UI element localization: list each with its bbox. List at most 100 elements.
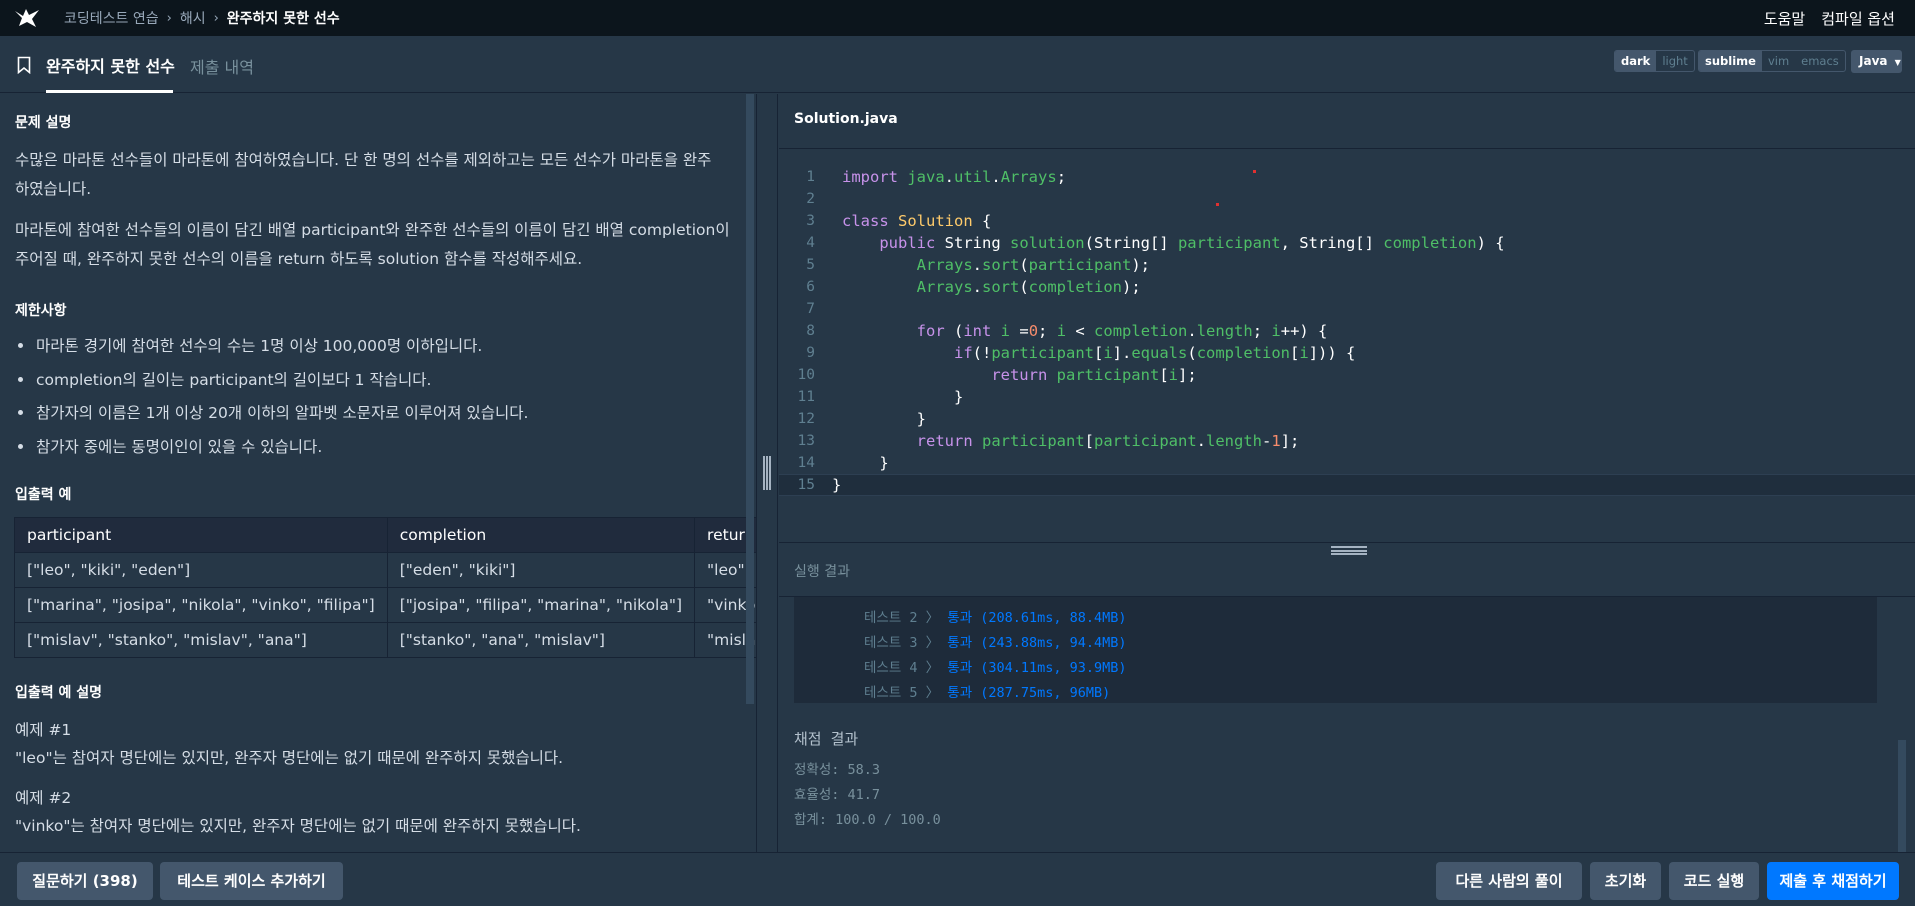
chevron-right-icon: ›: [213, 10, 219, 26]
code-line: 14 }: [797, 454, 889, 472]
tab-active-indicator: [46, 90, 173, 93]
description-p2-line1: 마라톤에 참여한 선수들의 이름이 담긴 배열 participant와 완주한…: [15, 221, 730, 239]
constraint-item: completion의 길이는 participant의 길이보다 1 작습니다…: [17, 368, 431, 390]
test-result-row: 테스트 2 〉 통과 (208.61ms, 88.4MB): [864, 610, 1127, 626]
theme-toggle: dark light: [1614, 50, 1695, 72]
drag-handle-icon[interactable]: [763, 456, 771, 490]
breadcrumb-item-hash[interactable]: 해시: [180, 8, 206, 28]
table-cell: ["josipa", "filipa", "marina", "nikola"]: [386, 587, 696, 623]
keymap-emacs-option[interactable]: emacs: [1795, 51, 1845, 71]
tab-submissions[interactable]: 제출 내역: [190, 54, 254, 78]
output-title: 실행 결과: [794, 564, 850, 580]
code-line: 8 for (int i =0; i < completion.length; …: [806, 322, 1328, 340]
code-line: 1 import java.util.Arrays;: [806, 168, 1067, 186]
test-result-row: 테스트 5 〉 통과 (287.75ms, 96MB): [864, 685, 1111, 701]
constraint-item: 참가자의 이름은 1개 이상 20개 이하의 알파벳 소문자로 이루어져 있습니…: [17, 401, 528, 423]
theme-light-option[interactable]: light: [1656, 51, 1694, 71]
code-line: 11 }: [797, 388, 964, 406]
code-editor[interactable]: 1 import java.util.Arrays; 2 3 class Solut…: [779, 150, 1915, 542]
code-line: 2: [806, 191, 815, 207]
test-output-console: 테스트 2 〉 통과 (208.61ms, 88.4MB) 테스트 3 〉 통과…: [794, 597, 1877, 703]
cursor-marker: [1216, 203, 1219, 206]
drag-handle-icon[interactable]: [1331, 546, 1367, 555]
test-result: 통과 (243.88ms, 94.4MB): [947, 635, 1127, 651]
table-row: ["marina", "josipa", "nikola", "vinko", …: [14, 587, 756, 623]
submit-button[interactable]: 제출 후 채점하기: [1767, 862, 1899, 900]
constraint-item: 참가자 중에는 동명이인이 있을 수 있습니다.: [17, 435, 322, 457]
panel-resizer[interactable]: [756, 94, 778, 852]
example2-text: "vinko"는 참여자 명단에는 있지만, 완주자 명단에는 없기 때문에 완…: [15, 817, 581, 835]
filename: Solution.java: [794, 111, 898, 127]
description-p2-line2: 주어질 때, 완주하지 못한 선수의 이름을 return 하도록 soluti…: [15, 250, 583, 268]
breadcrumb-item-current: 완주하지 못한 선수: [226, 11, 340, 27]
code-line: 10 return participant[i];: [797, 366, 1197, 384]
bookmark-icon[interactable]: [17, 56, 31, 74]
cursor-marker: [1253, 170, 1256, 173]
test-result: 통과 (208.61ms, 88.4MB): [947, 610, 1127, 626]
grade-total: 합계: 100.0 / 100.0: [794, 812, 941, 828]
reset-button[interactable]: 초기화: [1590, 862, 1661, 900]
keymap-sublime-option[interactable]: sublime: [1699, 51, 1762, 71]
table-cell: ["marina", "josipa", "nikola", "vinko", …: [14, 587, 388, 623]
problem-scrollbar[interactable]: [746, 94, 754, 704]
example1-title: 예제 #1: [15, 721, 72, 739]
output-header: 실행 결과: [779, 542, 1915, 597]
test-name: 테스트 4: [864, 660, 918, 676]
constraint-item: 마라톤 경기에 참여한 선수의 수는 1명 이상 100,000명 이하입니다.: [17, 334, 482, 356]
column-header: completion: [386, 517, 696, 553]
table-cell: ["mislav", "stanko", "mislav", "ana"]: [14, 622, 388, 658]
run-code-button[interactable]: 코드 실행: [1669, 862, 1759, 900]
code-line: 13 return participant[participant.length…: [797, 432, 1300, 450]
top-nav: 코딩테스트 연습 › 해시 › 완주하지 못한 선수 도움말 컴파일 옵션: [0, 0, 1915, 36]
constraints-heading: 제한사항: [15, 303, 67, 319]
add-testcase-button[interactable]: 테스트 케이스 추가하기: [160, 862, 343, 900]
io-example-heading: 입출력 예: [15, 487, 72, 503]
test-result: 통과 (287.75ms, 96MB): [947, 685, 1111, 701]
column-header: participant: [14, 517, 388, 553]
table-row: ["mislav", "stanko", "mislav", "ana"] ["…: [14, 622, 756, 658]
table-cell: ["stanko", "ana", "mislav"]: [386, 622, 696, 658]
chevron-right-icon: ›: [166, 10, 172, 26]
io-description-heading: 입출력 예 설명: [15, 685, 103, 701]
breadcrumb-item-practice[interactable]: 코딩테스트 연습: [64, 8, 159, 28]
others-solutions-button[interactable]: 다른 사람의 풀이: [1436, 862, 1582, 900]
keymap-toggle: sublime vim emacs: [1698, 50, 1846, 72]
test-name: 테스트 5: [864, 685, 918, 701]
tab-bar: 완주하지 못한 선수 제출 내역 dark light sublime vim …: [0, 36, 1915, 93]
test-result-row: 테스트 3 〉 통과 (243.88ms, 94.4MB): [864, 635, 1127, 651]
code-line: 12 }: [797, 410, 926, 428]
theme-dark-option[interactable]: dark: [1615, 51, 1657, 71]
example1-text: "leo"는 참여자 명단에는 있지만, 완주자 명단에는 없기 때문에 완주하…: [15, 749, 564, 767]
ask-question-button[interactable]: 질문하기 (398): [17, 862, 153, 900]
code-line: 7: [806, 301, 815, 317]
table-cell: ["eden", "kiki"]: [386, 552, 696, 588]
language-select-value: Java: [1859, 54, 1888, 68]
table-cell: ["leo", "kiki", "eden"]: [14, 552, 388, 588]
description-p1-line2: 하였습니다.: [15, 180, 92, 198]
code-line: 6 Arrays.sort(completion);: [806, 278, 1141, 296]
caret-down-icon: ▼: [1894, 58, 1901, 67]
grade-efficiency: 효율성: 41.7: [794, 787, 881, 803]
code-line: 3 class Solution {: [806, 212, 992, 230]
breadcrumb: 코딩테스트 연습 › 해시 › 완주하지 못한 선수: [64, 8, 340, 28]
output-scrollbar[interactable]: [1898, 740, 1906, 852]
code-line: 9 if(!participant[i].equals(completion[i…: [806, 344, 1356, 362]
problem-panel: 문제 설명 수많은 마라톤 선수들이 마라톤에 참여하였습니다. 단 한 명의 …: [0, 94, 756, 852]
io-example-table: participant completion return ["leo", "k…: [14, 517, 756, 658]
help-link[interactable]: 도움말: [1764, 8, 1805, 29]
test-name: 테스트 2: [864, 610, 918, 626]
tab-problem[interactable]: 완주하지 못한 선수: [46, 53, 175, 77]
table-header-row: participant completion return: [14, 517, 756, 553]
editor-header: Solution.java: [779, 94, 1915, 149]
language-select[interactable]: Java ▼: [1851, 50, 1902, 73]
grade-title: 채점 결과: [794, 730, 859, 748]
footer-bar: 질문하기 (398) 테스트 케이스 추가하기 다른 사람의 풀이 초기화 코드…: [0, 852, 1915, 906]
programmers-logo-icon[interactable]: [14, 7, 40, 29]
compile-options-link[interactable]: 컴파일 옵션: [1821, 8, 1895, 29]
keymap-vim-option[interactable]: vim: [1762, 51, 1795, 71]
table-row: ["leo", "kiki", "eden"] ["eden", "kiki"]…: [14, 552, 756, 588]
code-line: 4 public String solution(String[] partic…: [806, 234, 1505, 252]
test-result: 통과 (304.11ms, 93.9MB): [947, 660, 1127, 676]
description-heading: 문제 설명: [15, 115, 72, 131]
example2-title: 예제 #2: [15, 789, 72, 807]
